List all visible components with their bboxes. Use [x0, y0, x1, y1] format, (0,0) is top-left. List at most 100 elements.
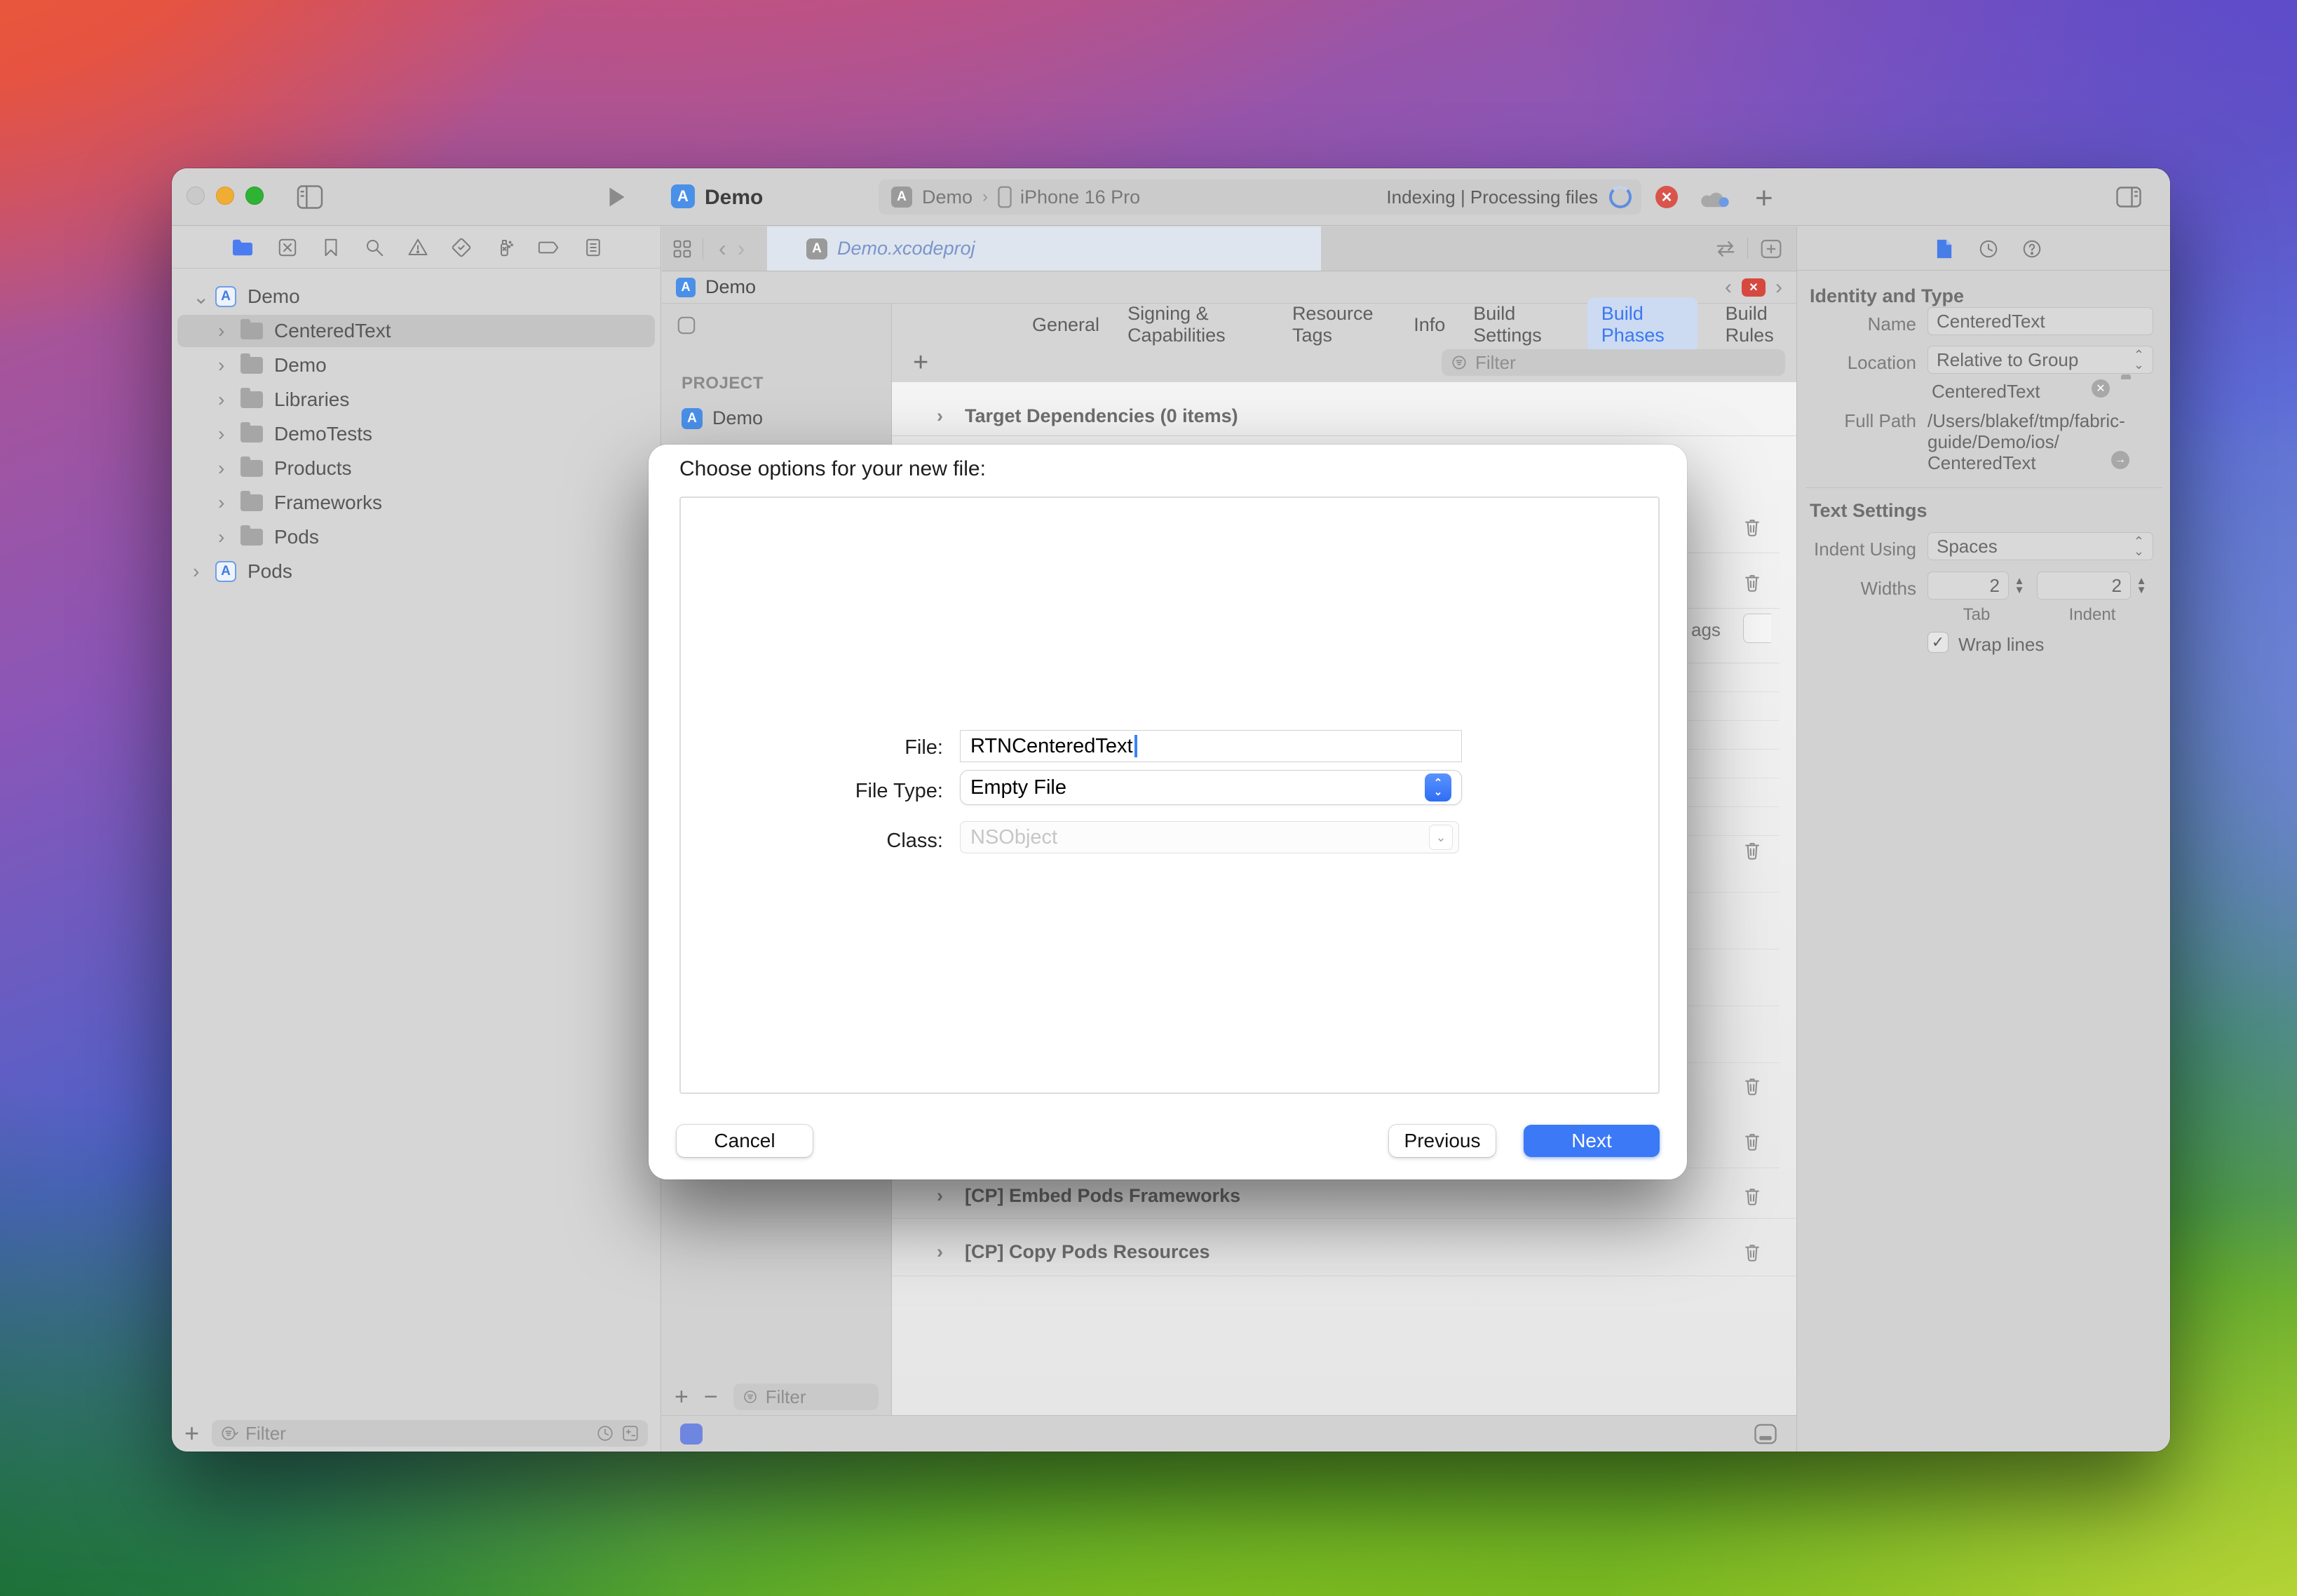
chevron-right-icon[interactable]: › [218, 526, 233, 548]
tab-info[interactable]: Info [1414, 314, 1445, 336]
tab-overview-grid-icon[interactable] [672, 238, 693, 259]
sidebar-item-demo-project[interactable]: ⌄ A Demo [172, 280, 660, 313]
chevron-right-icon[interactable]: › [937, 405, 952, 427]
tab-build-rules[interactable]: Build Rules [1726, 303, 1796, 346]
trash-icon[interactable] [1743, 572, 1761, 592]
file-inspector-icon[interactable] [1935, 238, 1954, 260]
minimize-button[interactable] [216, 187, 234, 205]
scheme-target[interactable]: Demo [922, 187, 973, 208]
indent-width-stepper[interactable]: ▲▼ [2134, 572, 2149, 600]
next-button[interactable]: Next [1524, 1125, 1660, 1157]
chevron-right-icon[interactable]: › [218, 320, 233, 342]
tests-icon[interactable] [451, 237, 472, 258]
project-navigator-icon[interactable] [231, 238, 255, 257]
scheme-and-activity-area[interactable]: A Demo › iPhone 16 Pro Indexing | Proces… [879, 180, 1641, 215]
chevron-right-icon[interactable]: › [218, 457, 233, 480]
previous-button[interactable]: Previous [1389, 1125, 1496, 1157]
issue-prev-chevron-icon[interactable]: ‹ [1725, 276, 1732, 299]
row-target-dependencies[interactable]: › Target Dependencies (0 items) [937, 400, 1238, 431]
row-embed-pods-frameworks[interactable]: › [CP] Embed Pods Frameworks [937, 1180, 1240, 1211]
tab-general[interactable]: General [1032, 314, 1099, 336]
sidebar-item-demotests[interactable]: › DemoTests [172, 418, 660, 450]
tab-width-field[interactable]: 2 [1927, 572, 2009, 600]
indent-using-dropdown[interactable]: Spaces ⌃⌄ [1927, 532, 2153, 560]
source-control-icon[interactable] [277, 237, 298, 258]
chevron-down-icon[interactable]: ⌄ [193, 285, 208, 309]
tab-demo-xcodeproj[interactable]: A Demo.xcodeproj [767, 226, 1321, 271]
sidebar-item-frameworks[interactable]: › Frameworks [172, 487, 660, 519]
reports-icon[interactable] [583, 237, 604, 258]
trash-icon[interactable] [1743, 517, 1761, 536]
issue-next-chevron-icon[interactable]: › [1775, 276, 1782, 299]
remove-target-minus-icon[interactable]: − [704, 1384, 718, 1411]
jump-bar-item[interactable]: Demo [705, 276, 756, 298]
toggle-left-sidebar-icon[interactable] [297, 185, 323, 209]
recent-clock-icon[interactable] [596, 1424, 614, 1442]
sidebar-item-libraries[interactable]: › Libraries [172, 384, 660, 416]
flagged-filter-icon[interactable] [621, 1424, 639, 1442]
sidebar-item-products[interactable]: › Products [172, 452, 660, 485]
chevron-right-icon[interactable]: › [193, 560, 208, 583]
class-combo-box[interactable]: NSObject ⌄ [960, 821, 1459, 853]
navigator-add-plus-icon[interactable]: + [184, 1419, 199, 1448]
tab-width-stepper[interactable]: ▲▼ [2012, 572, 2027, 600]
chevron-right-icon[interactable]: › [218, 423, 233, 445]
trash-icon[interactable] [1743, 1242, 1761, 1262]
project-item-demo[interactable]: A Demo [682, 407, 763, 429]
add-editor-icon[interactable] [1760, 238, 1782, 259]
trash-icon[interactable] [1743, 1076, 1761, 1095]
open-full-path-arrow-icon[interactable]: → [2111, 451, 2129, 469]
navigator-filter-field[interactable]: Filter [212, 1420, 648, 1447]
sidebar-item-pods-group[interactable]: › Pods [172, 521, 660, 553]
add-build-phase-plus-icon[interactable]: + [913, 348, 928, 378]
cancel-button[interactable]: Cancel [677, 1125, 813, 1157]
tab-resource-tags[interactable]: Resource Tags [1292, 303, 1385, 346]
error-badge-icon[interactable]: ✕ [1655, 186, 1678, 208]
bookmarks-icon[interactable] [320, 237, 341, 258]
add-target-plus-icon[interactable]: + [675, 1384, 689, 1411]
breakpoints-icon[interactable] [538, 237, 560, 258]
run-button[interactable] [607, 185, 628, 209]
name-field[interactable]: CenteredText [1927, 307, 2153, 335]
editor-focus-icon[interactable] [680, 1423, 703, 1445]
project-section-label: PROJECT [682, 374, 764, 393]
chevron-right-icon[interactable]: › [218, 354, 233, 377]
trash-icon[interactable] [1743, 1131, 1761, 1151]
back-chevron-icon[interactable]: ‹ [719, 236, 726, 262]
swap-editor-icon[interactable] [1714, 239, 1737, 259]
chevron-right-icon[interactable]: › [937, 1241, 952, 1263]
trash-icon[interactable] [1743, 840, 1761, 860]
sidebar-item-demo-group[interactable]: › Demo [172, 349, 660, 381]
scheme-device[interactable]: iPhone 16 Pro [1020, 187, 1140, 208]
chevron-right-icon[interactable]: › [218, 492, 233, 514]
file-type-select[interactable]: Empty File ⌃⌄ [960, 770, 1462, 805]
file-name-input[interactable]: RTNCenteredText [960, 730, 1462, 762]
sidebar-item-pods-project[interactable]: › A Pods [172, 555, 660, 588]
build-phases-filter-field[interactable]: Filter [1442, 349, 1785, 376]
location-dropdown[interactable]: Relative to Group ⌃⌄ [1927, 346, 2153, 374]
chevron-right-icon[interactable]: › [218, 388, 233, 411]
target-filter-field[interactable]: Filter [733, 1384, 879, 1410]
zoom-button[interactable] [245, 187, 264, 205]
trash-icon[interactable] [1743, 1186, 1761, 1205]
error-count-badge[interactable]: ✕ [1742, 278, 1766, 297]
chevron-right-icon[interactable]: › [937, 1185, 952, 1207]
tab-build-settings[interactable]: Build Settings [1473, 303, 1559, 346]
find-icon[interactable] [364, 237, 385, 258]
quick-help-inspector-icon[interactable] [2021, 238, 2042, 259]
tab-signing-capabilities[interactable]: Signing & Capabilities [1127, 303, 1264, 346]
debug-icon[interactable] [494, 237, 515, 258]
close-button[interactable] [187, 187, 205, 205]
issues-icon[interactable] [407, 237, 428, 258]
row-copy-pods-resources[interactable]: › [CP] Copy Pods Resources [937, 1236, 1210, 1267]
clear-location-icon[interactable]: ✕ [2092, 379, 2110, 398]
adjust-editor-bottom-bar-icon[interactable] [1753, 1423, 1778, 1445]
toggle-right-sidebar-icon[interactable] [2115, 187, 2142, 208]
forward-chevron-icon[interactable]: › [738, 236, 745, 262]
sidebar-item-centeredtext[interactable]: › CenteredText [172, 315, 660, 347]
indent-width-field[interactable]: 2 [2037, 572, 2131, 600]
history-inspector-icon[interactable] [1978, 238, 1999, 259]
collapse-project-list-icon[interactable] [676, 315, 697, 336]
add-item-plus-icon[interactable]: + [1755, 181, 1773, 216]
wrap-lines-checkbox[interactable]: ✓ [1927, 632, 1949, 653]
